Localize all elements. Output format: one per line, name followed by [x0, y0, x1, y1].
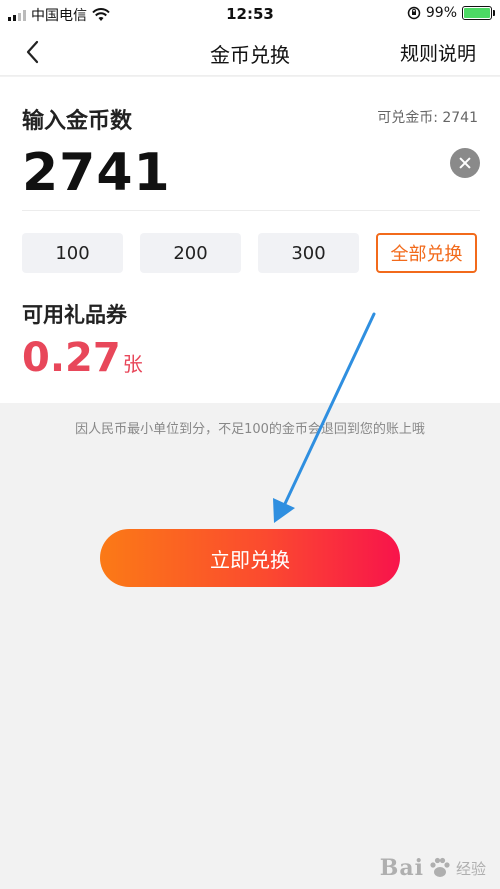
orientation-lock-icon	[407, 6, 421, 20]
status-bar: 中国电信 12:53 99%	[0, 0, 500, 28]
input-label: 输入金币数	[22, 109, 133, 134]
chip-300[interactable]: 300	[258, 233, 359, 273]
quick-amount-chips: 100 200 300 全部兑换	[22, 233, 477, 273]
voucher-unit: 张	[122, 352, 143, 376]
exchange-now-button[interactable]: 立即兑换	[100, 529, 400, 587]
voucher-label: 可用礼品券	[22, 303, 127, 327]
baidu-watermark: Bai 经验	[380, 855, 486, 881]
clear-icon[interactable]	[450, 148, 480, 178]
watermark-suffix: 经验	[455, 859, 486, 878]
voucher-amount: 0.27	[22, 335, 121, 381]
status-right: 99%	[407, 5, 495, 21]
battery-icon	[462, 6, 495, 20]
watermark-brand: Bai	[379, 855, 424, 881]
paw-icon	[430, 857, 450, 877]
divider	[22, 210, 480, 211]
exchange-card: 输入金币数 可兑金币: 2741 2741 100 200 300 全部兑换 可…	[0, 77, 500, 403]
chip-200[interactable]: 200	[140, 233, 241, 273]
battery-percent: 99%	[425, 5, 457, 21]
chip-exchange-all[interactable]: 全部兑换	[376, 233, 477, 273]
rules-link[interactable]: 规则说明	[400, 39, 476, 66]
nav-bar: 金币兑换 规则说明	[0, 28, 500, 76]
voucher-value: 0.27 张	[22, 335, 143, 381]
notice-text: 因人民币最小单位到分，不足100的金币会退回到您的账上哦	[75, 422, 425, 437]
coin-amount-input[interactable]: 2741	[22, 143, 171, 203]
available-coins: 可兑金币: 2741	[377, 110, 478, 126]
chip-100[interactable]: 100	[22, 233, 123, 273]
